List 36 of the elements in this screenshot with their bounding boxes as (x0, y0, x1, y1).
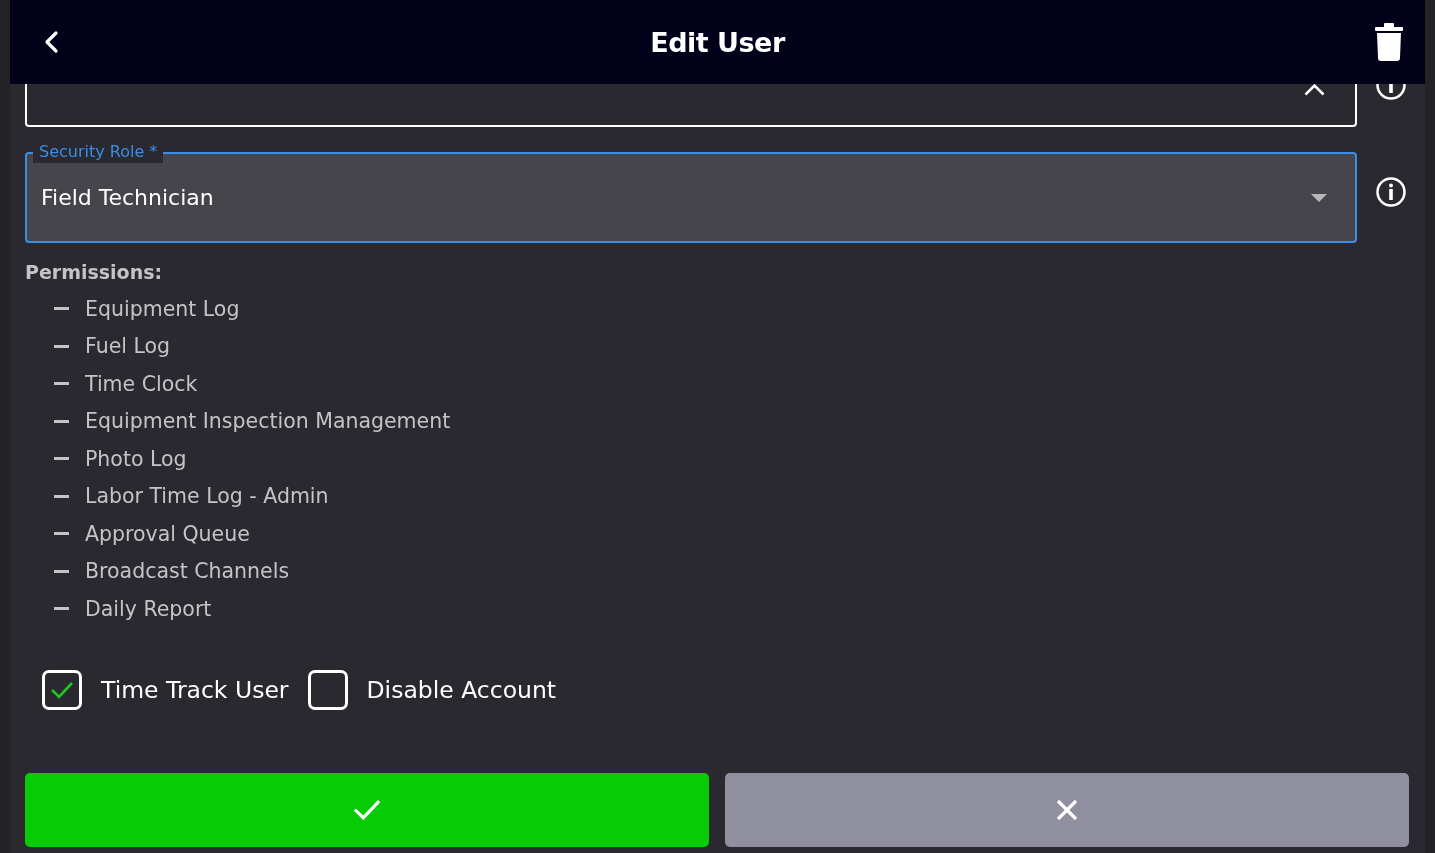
permission-item: Labor Time Log - Admin (85, 484, 329, 509)
checkbox[interactable] (307, 669, 348, 710)
info-icon (1376, 84, 1406, 100)
checkbox[interactable] (42, 669, 82, 710)
check-icon (353, 799, 381, 820)
permissions-heading: Permissions: (25, 260, 164, 284)
field-value: Field Technician (41, 185, 215, 210)
dash-icon (54, 532, 69, 536)
dash-icon (54, 607, 69, 611)
chevron-up-icon (1304, 84, 1325, 96)
dash-icon (54, 307, 69, 311)
close-icon (1056, 798, 1078, 821)
delete-button[interactable] (1375, 23, 1403, 61)
permission-item: Broadcast Channels (85, 559, 290, 584)
dash-icon (54, 457, 69, 461)
checkbox-label: Time Track User (101, 675, 289, 704)
dash-icon (54, 569, 69, 573)
permission-item: Daily Report (85, 596, 212, 621)
dash-icon (54, 494, 69, 498)
info-button[interactable] (1376, 177, 1406, 207)
permission-item: Fuel Log (85, 334, 171, 359)
permission-item: Equipment Log (85, 296, 240, 321)
info-button[interactable] (1376, 84, 1406, 100)
dash-icon (54, 382, 69, 386)
trash-icon (1375, 23, 1403, 61)
checkbox-label: Disable Account (366, 675, 557, 704)
autocomplete-field[interactable] (25, 84, 1357, 127)
info-icon (1376, 177, 1406, 207)
dash-icon (54, 344, 69, 348)
dropdown-arrow-icon (1311, 193, 1327, 202)
permission-item: Time Clock (85, 371, 198, 396)
permission-item: Photo Log (85, 446, 187, 471)
permission-item: Equipment Inspection Management (85, 409, 451, 434)
window-title: Edit User (650, 26, 785, 58)
dash-icon (54, 419, 69, 423)
permission-item: Approval Queue (85, 521, 250, 546)
